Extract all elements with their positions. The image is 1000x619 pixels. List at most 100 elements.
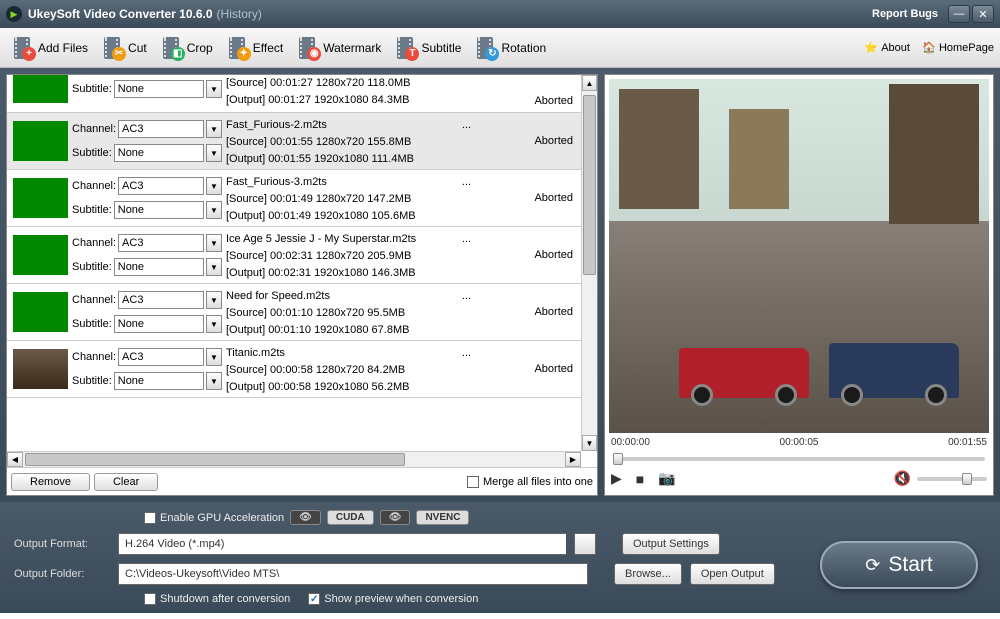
time-current: 00:00:05 — [780, 437, 819, 448]
app-subtitle: (History) — [217, 7, 262, 21]
file-info: Titanic.m2ts...[Source] 00:00:58 1280x72… — [222, 343, 515, 395]
gpu-checkbox[interactable]: Enable GPU Acceleration — [144, 512, 284, 524]
open-output-button[interactable]: Open Output — [690, 563, 775, 585]
subtitle-select[interactable]: None — [114, 201, 204, 219]
scroll-down-button[interactable]: ▼ — [582, 435, 597, 451]
home-icon: 🏠 — [922, 41, 936, 55]
output-folder-input[interactable]: C:\Videos-Ukeysoft\Video MTS\ — [118, 563, 588, 585]
file-list-hscroll[interactable]: ◀ ▶ — [7, 451, 581, 467]
subtitle-dropdown[interactable]: ▼ — [206, 372, 222, 390]
channel-dropdown[interactable]: ▼ — [206, 291, 222, 309]
cut-button[interactable]: ✂Cut — [96, 31, 155, 65]
channel-select[interactable]: AC3 — [118, 177, 204, 195]
refresh-icon: ⟳ — [865, 555, 880, 576]
file-row[interactable]: Channel:AC3▼ Subtitle:None▼Fast_Furious-3… — [7, 170, 581, 227]
file-row[interactable]: Channel:AC3▼Subtitle:None▼Need for Speed… — [7, 284, 581, 341]
subtitle-select[interactable]: None — [114, 258, 204, 276]
merge-checkbox[interactable]: Merge all files into one — [467, 476, 593, 488]
file-status: Aborted — [515, 172, 577, 224]
close-button[interactable]: ✕ — [972, 5, 994, 23]
file-info: Ice Age 5 Jessie J - My Superstar.m2ts..… — [222, 229, 515, 281]
report-bugs-link[interactable]: Report Bugs — [872, 8, 938, 20]
app-logo-icon — [6, 6, 22, 22]
output-settings-button[interactable]: Output Settings — [622, 533, 720, 555]
cuda-badge: CUDA — [327, 510, 374, 525]
stop-button[interactable]: ■ — [636, 471, 644, 487]
output-format-dropdown[interactable]: ▲ — [574, 533, 596, 555]
subtitle-label: Subtitle: — [72, 261, 112, 273]
subtitle-dropdown[interactable]: ▼ — [206, 201, 222, 219]
channel-label: Channel: — [72, 180, 116, 192]
title-bar: UkeySoft Video Converter 10.6.0 (History… — [0, 0, 1000, 28]
file-row[interactable]: Subtitle:None▼[Source] 00:01:27 1280x720… — [7, 75, 581, 113]
shutdown-checkbox[interactable]: Shutdown after conversion — [144, 593, 290, 605]
file-info: Need for Speed.m2ts...[Source] 00:01:10 … — [222, 286, 515, 338]
bottom-panel: Enable GPU Acceleration 👁 CUDA 👁 NVENC O… — [0, 502, 1000, 613]
subtitle-select[interactable]: None — [114, 315, 204, 333]
file-thumbnail — [13, 292, 68, 332]
subtitle-dropdown[interactable]: ▼ — [206, 80, 222, 98]
about-link[interactable]: ⭐About — [864, 41, 910, 55]
effect-button[interactable]: ✦Effect — [221, 31, 291, 65]
file-thumbnail — [13, 178, 68, 218]
subtitle-dropdown[interactable]: ▼ — [206, 258, 222, 276]
scroll-left-button[interactable]: ◀ — [7, 452, 23, 467]
subtitle-label: Subtitle: — [72, 204, 112, 216]
watermark-button[interactable]: ◉Watermark — [291, 31, 389, 65]
app-title: UkeySoft Video Converter 10.6.0 — [28, 7, 213, 21]
file-status: Aborted — [515, 286, 577, 338]
file-row[interactable]: Channel:AC3▼Subtitle:None▼Ice Age 5 Jess… — [7, 227, 581, 284]
rotation-button[interactable]: ↻Rotation — [469, 31, 554, 65]
file-status: Aborted — [515, 229, 577, 281]
crop-button[interactable]: ◧Crop — [155, 31, 221, 65]
start-button[interactable]: ⟳Start — [820, 541, 978, 589]
subtitle-dropdown[interactable]: ▼ — [206, 144, 222, 162]
subtitle-select[interactable]: None — [114, 144, 204, 162]
file-status: Aborted — [515, 115, 577, 167]
play-button[interactable]: ▶ — [611, 470, 622, 487]
preview-panel: 00:00:00 00:00:05 00:01:55 ▶ ■ 📷 🔇 — [604, 74, 994, 496]
channel-dropdown[interactable]: ▼ — [206, 348, 222, 366]
cuda-badge-icon: 👁 — [290, 510, 321, 525]
subtitle-label: Subtitle: — [72, 318, 112, 330]
output-format-select[interactable]: H.264 Video (*.mp4) — [118, 533, 566, 555]
remove-button[interactable]: Remove — [11, 473, 90, 491]
main-toolbar: +Add Files ✂Cut ◧Crop ✦Effect ◉Watermark… — [0, 28, 1000, 68]
channel-dropdown[interactable]: ▼ — [206, 120, 222, 138]
minimize-button[interactable]: — — [948, 5, 970, 23]
file-thumbnail — [13, 349, 68, 389]
scroll-right-button[interactable]: ▶ — [565, 452, 581, 467]
channel-select[interactable]: AC3 — [118, 291, 204, 309]
file-list-vscroll[interactable]: ▲ ▼ — [581, 75, 597, 451]
browse-button[interactable]: Browse... — [614, 563, 682, 585]
channel-select[interactable]: AC3 — [118, 348, 204, 366]
homepage-link[interactable]: 🏠HomePage — [922, 41, 994, 55]
file-status: Aborted — [515, 343, 577, 395]
file-info: Fast_Furious-3.m2ts...[Source] 00:01:49 … — [222, 172, 515, 224]
subtitle-select[interactable]: None — [114, 372, 204, 390]
volume-slider[interactable] — [917, 477, 987, 481]
channel-dropdown[interactable]: ▼ — [206, 234, 222, 252]
preview-checkbox[interactable]: Show preview when conversion — [308, 593, 478, 605]
seek-slider[interactable] — [609, 452, 989, 466]
file-info: [Source] 00:01:27 1280x720 118.0MB[Outpu… — [222, 75, 515, 110]
subtitle-dropdown[interactable]: ▼ — [206, 315, 222, 333]
add-files-button[interactable]: +Add Files — [6, 31, 96, 65]
file-thumbnail — [13, 121, 68, 161]
clear-button[interactable]: Clear — [94, 473, 158, 491]
subtitle-select[interactable]: None — [114, 80, 204, 98]
file-row[interactable]: Channel:AC3▼Subtitle:None▼Fast_Furious-2… — [7, 113, 581, 170]
channel-select[interactable]: AC3 — [118, 120, 204, 138]
video-preview[interactable] — [609, 79, 989, 433]
file-row[interactable]: Channel:AC3▼Subtitle:None▼Titanic.m2ts..… — [7, 341, 581, 398]
channel-select[interactable]: AC3 — [118, 234, 204, 252]
vscroll-thumb[interactable] — [583, 95, 596, 275]
scroll-up-button[interactable]: ▲ — [582, 75, 597, 91]
mute-button[interactable]: 🔇 — [894, 470, 911, 487]
snapshot-button[interactable]: 📷 — [658, 470, 675, 487]
channel-dropdown[interactable]: ▼ — [206, 177, 222, 195]
output-format-label: Output Format: — [14, 538, 110, 550]
hscroll-thumb[interactable] — [25, 453, 405, 466]
subtitle-button[interactable]: TSubtitle — [389, 31, 469, 65]
star-icon: ⭐ — [864, 41, 878, 55]
